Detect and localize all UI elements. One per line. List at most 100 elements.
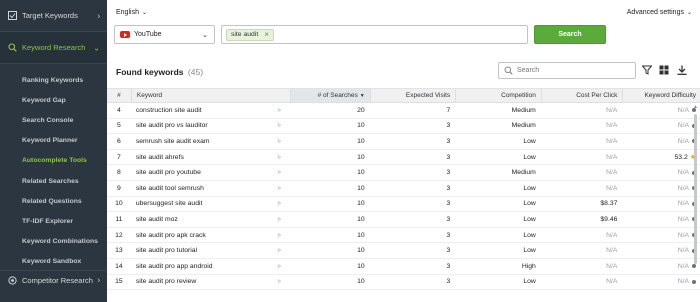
filter-search-input[interactable]: Search <box>498 62 636 79</box>
cell-competition: Low <box>523 200 536 208</box>
table-row[interactable]: 4 construction site audit » 20 7 Medium N/A N/A <box>107 103 700 119</box>
table-row[interactable]: 6 semrush site audit exam » 10 3 Low N/A N/A <box>107 134 700 150</box>
table-row[interactable]: 8 site audit pro youtube » 10 3 Medium N/A N/A <box>107 165 700 181</box>
checkbox-icon <box>8 11 17 20</box>
sidebar-item-ranking-keywords[interactable]: Ranking Keywords <box>0 70 107 90</box>
cell-cpc: N/A <box>606 106 618 114</box>
sidebar-section-competitor-research[interactable]: Competitor Research › <box>0 271 107 289</box>
results-count: (45) <box>187 67 204 77</box>
cell-searches: 10 <box>357 262 365 270</box>
col-header-spacer <box>268 89 290 102</box>
add-keyword-icon[interactable]: » <box>268 212 290 227</box>
sidebar-item-search-console[interactable]: Search Console <box>0 110 107 130</box>
add-keyword-icon[interactable]: » <box>268 197 290 212</box>
sidebar-section-target-keywords[interactable]: Target Keywords › <box>0 0 107 32</box>
col-header-visits[interactable]: Expected Visits <box>369 89 456 102</box>
add-keyword-icon[interactable]: » <box>268 103 290 118</box>
sidebar-item-related-questions[interactable]: Related Questions <box>0 191 107 211</box>
add-keyword-icon[interactable]: » <box>268 243 290 258</box>
download-icon[interactable] <box>676 64 687 75</box>
scroll-up-icon[interactable]: ▲ <box>693 104 698 110</box>
sidebar-item-keyword-sandbox[interactable]: Keyword Sandbox <box>0 252 107 272</box>
table-row[interactable]: 14 site audit pro app android » 10 3 High N/A N… <box>107 259 700 275</box>
table-row[interactable]: 9 site audit tool semrush » 10 3 Low N/A N/A <box>107 181 700 197</box>
keyword-input[interactable]: site audit × <box>221 25 528 44</box>
advanced-settings-dropdown[interactable]: Advanced settings ⌄ <box>627 9 692 16</box>
table-row[interactable]: 7 site audit ahrefs » 10 3 Low N/A 53.2 ★ <box>107 150 700 166</box>
search-button[interactable]: Search <box>534 25 606 44</box>
col-header-num[interactable]: # <box>107 89 131 102</box>
table-row[interactable]: 12 site audit pro apk crack » 10 3 Low N/A N/A <box>107 228 700 244</box>
col-header-cpc[interactable]: Cost Per Click <box>540 89 623 102</box>
sidebar-section-keyword-research[interactable]: Keyword Research ⌄ <box>0 32 107 64</box>
cell-searches: 10 <box>357 122 365 130</box>
cell-visits: 3 <box>446 200 451 208</box>
chevron-down-icon: ⌄ <box>202 31 208 39</box>
add-keyword-icon[interactable]: » <box>268 275 290 290</box>
scrollbar-thumb[interactable] <box>694 114 697 264</box>
cell-cpc: $8.37 <box>600 200 618 208</box>
add-keyword-icon[interactable]: » <box>268 259 290 274</box>
chevron-right-icon: › <box>97 11 100 20</box>
sidebar-item-tf-idf-explorer[interactable]: TF-IDF Explorer <box>0 211 107 231</box>
source-select[interactable]: YouTube ⌄ <box>114 25 215 44</box>
cell-num: 15 <box>115 278 123 286</box>
cell-cpc: N/A <box>606 247 618 255</box>
filter-icon[interactable] <box>641 64 652 75</box>
cell-competition: Low <box>523 153 536 161</box>
add-keyword-icon[interactable]: » <box>268 181 290 196</box>
chevron-down-icon: ⌄ <box>686 10 692 16</box>
cell-keyword: site audit pro tutorial <box>135 247 198 255</box>
table-scrollbar[interactable]: ▲ <box>693 104 698 302</box>
sidebar-item-autocomplete-tools[interactable]: Autocomplete Tools <box>0 151 107 171</box>
sidebar-section-label: Competitor Research <box>22 275 93 285</box>
add-keyword-icon[interactable]: » <box>268 165 290 180</box>
cell-num: 12 <box>115 231 123 239</box>
cell-visits: 7 <box>446 106 451 114</box>
cell-kd: N/A <box>622 165 700 180</box>
cell-visits: 3 <box>446 169 451 177</box>
sidebar-section-label: Keyword Research <box>22 43 86 52</box>
add-keyword-icon[interactable]: » <box>268 134 290 149</box>
col-header-competition[interactable]: Competition <box>455 89 541 102</box>
cell-kd: N/A <box>622 134 700 149</box>
close-icon[interactable]: × <box>264 30 269 39</box>
cell-keyword: site audit pro app android <box>135 262 213 270</box>
cell-visits: 3 <box>446 231 451 239</box>
cell-kd: N/A <box>622 119 700 134</box>
cell-visits: 3 <box>446 137 451 145</box>
table-row[interactable]: 10 ubersuggest site audit » 10 3 Low $8.37 N/A <box>107 197 700 213</box>
col-header-kd[interactable]: Keyword Difficulty <box>622 89 700 102</box>
col-header-searches[interactable]: # of Searches ▼ <box>290 89 370 102</box>
cell-cpc: N/A <box>606 278 618 286</box>
table-row[interactable]: 5 site audit pro vs lauditor » 10 3 Medium N/A… <box>107 119 700 135</box>
table-header: # Keyword # of Searches ▼ Expected Visits… <box>107 88 700 103</box>
sidebar-item-keyword-gap[interactable]: Keyword Gap <box>0 90 107 110</box>
cell-kd: N/A <box>622 259 700 274</box>
table-row[interactable]: 13 site audit pro tutorial » 10 3 Low N/A N/A <box>107 243 700 259</box>
add-keyword-icon[interactable]: » <box>268 150 290 165</box>
columns-icon[interactable] <box>658 64 669 75</box>
kd-value: N/A <box>677 122 690 130</box>
kd-value: N/A <box>677 231 690 239</box>
add-keyword-icon[interactable]: » <box>268 228 290 243</box>
cell-cpc: N/A <box>606 231 618 239</box>
language-dropdown[interactable]: English ⌄ <box>116 9 147 16</box>
cell-num: 4 <box>117 106 121 114</box>
col-header-keyword[interactable]: Keyword <box>130 89 268 102</box>
sidebar-item-keyword-planner[interactable]: Keyword Planner <box>0 131 107 151</box>
keyword-tag-label: site audit <box>231 31 259 38</box>
kd-value: N/A <box>677 184 690 192</box>
table-row[interactable]: 15 site audit pro review » 10 3 Low N/A N/A <box>107 275 700 291</box>
cell-cpc: N/A <box>606 137 618 145</box>
cell-kd: N/A <box>622 197 700 212</box>
cell-competition: Low <box>523 231 536 239</box>
source-select-value: YouTube <box>134 31 162 38</box>
add-keyword-icon[interactable]: » <box>268 119 290 134</box>
cell-kd: N/A <box>622 228 700 243</box>
sidebar-item-related-searches[interactable]: Related Searches <box>0 171 107 191</box>
cell-competition: Medium <box>511 169 536 177</box>
cell-num: 11 <box>115 215 123 223</box>
sidebar-item-keyword-combinations[interactable]: Keyword Combinations <box>0 232 107 252</box>
table-row[interactable]: 11 site audit moz » 10 3 Low $9.46 N/A <box>107 212 700 228</box>
